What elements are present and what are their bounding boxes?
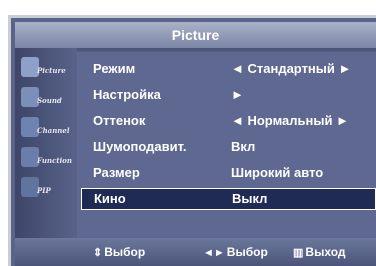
menu-exit-icon: ▥ [293,247,304,259]
menu-item-label: Кино [94,191,126,206]
up-down-arrow-icon: ⇕ [93,247,103,259]
tv-osd-screen: Picture Picture Sound Channel Function P… [0,0,376,266]
hint-move: ⇕ Выбор [93,238,145,266]
menu-item-value[interactable]: ◄ Нормальный ► [231,110,349,132]
menu-item-label: Режим [93,61,136,76]
menu-item-value[interactable]: Широкий авто [231,162,323,184]
menu-title: Picture [15,22,376,48]
sidebar-item-label: Sound [37,96,62,105]
footer-hints: ⇕ Выбор ◄► Выбор ▥ Выход [15,238,376,266]
menu-item-tint[interactable]: Оттенок ◄ Нормальный ► [81,110,376,132]
sidebar-item-label: PIP [37,186,51,195]
sidebar-item-channel[interactable]: Channel [19,114,75,144]
sidebar: Picture Sound Channel Function PIP [15,48,77,238]
menu-item-label: Шумоподавит. [93,139,187,154]
menu-item-value[interactable]: Выкл [232,189,267,209]
hint-adjust: ◄► Выбор [203,238,268,266]
hint-exit: ▥ Выход [293,238,345,266]
sidebar-item-function[interactable]: Function [19,144,75,174]
menu-item-custom[interactable]: Настройка ► [81,84,376,106]
hint-move-label: Выбор [104,245,146,259]
hint-exit-label: Выход [305,245,346,259]
menu-item-value[interactable]: ► [231,84,244,106]
hint-adjust-label: Выбор [226,245,268,259]
menu-item-value[interactable]: Вкл [231,136,255,158]
sidebar-item-label: Function [37,156,72,165]
menu-item-value[interactable]: ◄ Стандартный ► [231,58,351,80]
menu-item-label: Настройка [93,87,161,102]
menu-item-film[interactable]: Кино Выкл [81,188,376,210]
sidebar-item-label: Channel [37,126,70,135]
menu-item-mode[interactable]: Режим ◄ Стандартный ► [81,58,376,80]
left-right-arrow-icon: ◄► [203,247,225,259]
menu-item-size[interactable]: Размер Широкий авто [81,162,376,184]
menu-item-label: Размер [93,165,140,180]
sidebar-item-sound[interactable]: Sound [19,84,75,114]
menu-item-label: Оттенок [93,113,146,128]
menu-item-noise-reduction[interactable]: Шумоподавит. Вкл [81,136,376,158]
sidebar-item-label: Picture [37,66,66,75]
menu-list: Режим ◄ Стандартный ► Настройка ► Оттено… [77,48,376,238]
osd-panel: Picture Picture Sound Channel Function P… [15,22,376,266]
osd-window: Picture Picture Sound Channel Function P… [8,15,376,266]
sidebar-item-picture[interactable]: Picture [19,54,75,84]
sidebar-item-pip[interactable]: PIP [19,174,75,204]
